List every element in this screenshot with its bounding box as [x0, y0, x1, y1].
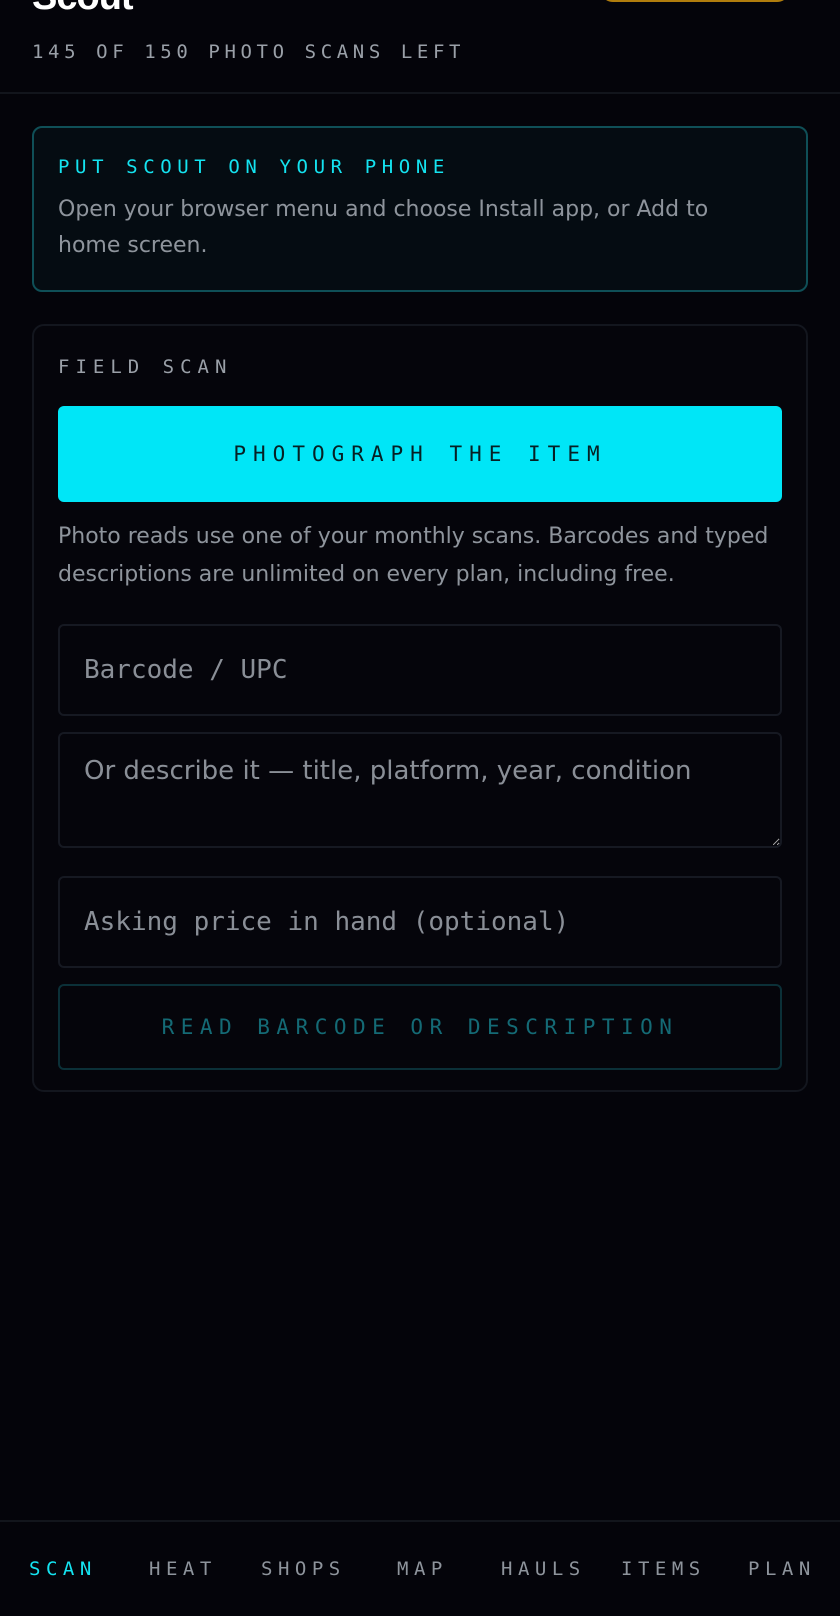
- app-header: Scout 145 OF 150 PHOTO SCANS LEFT: [0, 0, 840, 94]
- nav-tab-hauls[interactable]: HAULS: [501, 1522, 586, 1616]
- photo-scans-remaining: 145 OF 150 PHOTO SCANS LEFT: [32, 41, 466, 63]
- nav-tab-plan[interactable]: PLAN: [748, 1522, 816, 1616]
- field-scan-label: FIELD SCAN: [58, 356, 233, 378]
- nav-tab-map[interactable]: MAP: [397, 1522, 448, 1616]
- photo-scan-note: Photo reads use one of your monthly scan…: [58, 524, 769, 587]
- barcode-input[interactable]: [58, 624, 782, 716]
- install-banner-text: Open your browser menu and choose Instal…: [58, 197, 709, 258]
- field-scan-card: FIELD SCAN PHOTOGRAPH THE ITEM Photo rea…: [32, 324, 808, 1092]
- photograph-item-button[interactable]: PHOTOGRAPH THE ITEM: [58, 406, 782, 502]
- asking-price-input[interactable]: [58, 876, 782, 968]
- nav-tab-items[interactable]: ITEMS: [621, 1522, 706, 1616]
- plan-badge[interactable]: [600, 0, 790, 2]
- nav-tab-shops[interactable]: SHOPS: [261, 1522, 346, 1616]
- install-banner-title: PUT SCOUT ON YOUR PHONE: [58, 156, 450, 178]
- read-barcode-or-description-button[interactable]: READ BARCODE OR DESCRIPTION: [58, 984, 782, 1070]
- bottom-nav: SCAN HEAT SHOPS MAP HAULS ITEMS PLAN: [0, 1520, 840, 1616]
- install-app-banner: PUT SCOUT ON YOUR PHONE Open your browse…: [32, 126, 808, 292]
- nav-tab-scan[interactable]: SCAN: [29, 1522, 97, 1616]
- app-logo: Scout: [32, 0, 134, 16]
- scan-page: Scout 145 OF 150 PHOTO SCANS LEFT PUT SC…: [0, 0, 840, 1616]
- description-textarea[interactable]: [58, 732, 782, 848]
- nav-tab-heat[interactable]: HEAT: [149, 1522, 217, 1616]
